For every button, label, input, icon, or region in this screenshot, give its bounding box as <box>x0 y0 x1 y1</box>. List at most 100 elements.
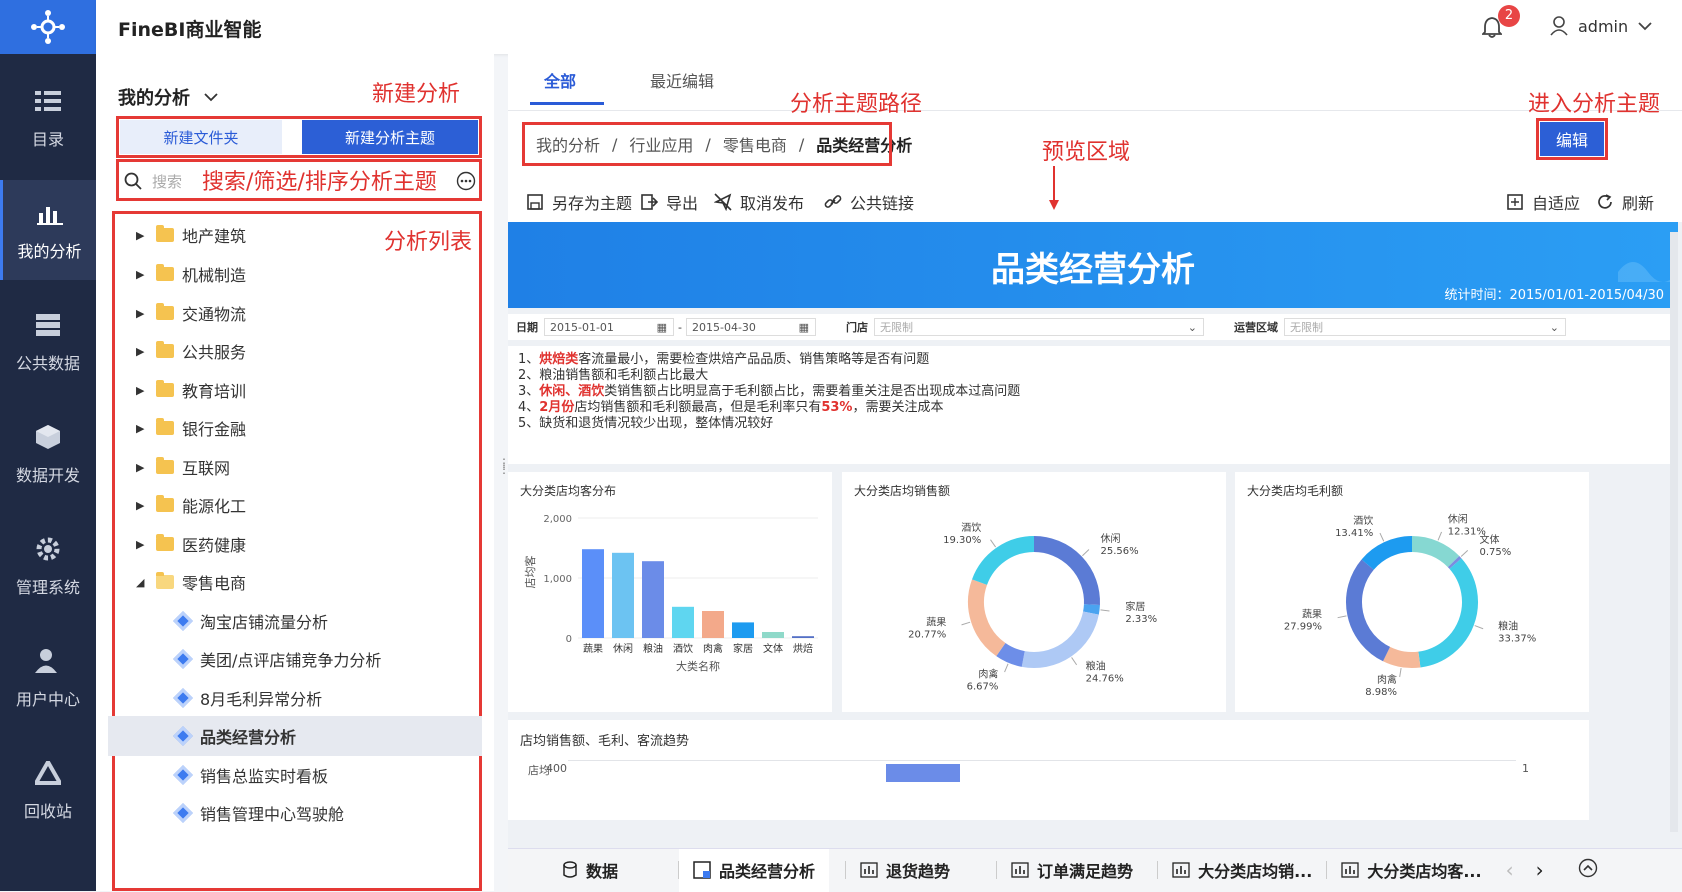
nav-item-recycle[interactable]: 回收站 <box>0 740 96 840</box>
refresh-button[interactable]: 刷新 <box>1596 182 1654 222</box>
slice-name-label: 休闲 <box>1101 532 1121 545</box>
folder-row[interactable]: ▶ 医药健康 <box>136 524 476 564</box>
region-select[interactable]: 无限制 ⌄ <box>1283 318 1566 336</box>
nav-item-data-dev[interactable]: 数据开发 <box>0 404 96 504</box>
tab-label: 大分类店均客... <box>1367 862 1482 881</box>
slice-value-label: 24.76% <box>1086 674 1124 685</box>
slice-name-label: 肉禽 <box>1377 673 1397 686</box>
folder-label: 零售电商 <box>182 574 247 593</box>
sheet-tab[interactable]: 订单满足趋势 <box>997 849 1147 892</box>
nav-item-catalog[interactable]: 目录 <box>0 68 96 168</box>
folder-row[interactable]: ▶ 地产建筑 <box>136 215 476 255</box>
chart-icon <box>860 862 878 878</box>
analysis-item[interactable]: 8月毛利异常分析 <box>173 678 496 718</box>
bar-文体 <box>762 632 784 638</box>
x-tick-label: 蔬果 <box>583 643 603 655</box>
analysis-label: 8月毛利异常分析 <box>200 690 323 709</box>
export-button[interactable]: 导出 <box>640 182 698 222</box>
leader-line <box>1474 625 1484 630</box>
store-select[interactable]: 无限制 ⌄ <box>873 318 1204 336</box>
folder-row[interactable]: ▶ 机械制造 <box>136 254 476 294</box>
analysis-item[interactable]: 美团/点评店铺竞争力分析 <box>173 639 496 679</box>
date-from-input[interactable]: 2015-01-01 ▦ <box>544 318 674 336</box>
slice-name-label: 粮油 <box>1498 620 1518 633</box>
nav-item-public-data[interactable]: 公共数据 <box>0 292 96 392</box>
sheet-tab-active[interactable]: 品类经营分析 <box>679 848 830 892</box>
analysis-item[interactable]: 销售总监实时看板 <box>173 755 496 795</box>
folder-row[interactable]: ▶ 互联网 <box>136 447 476 487</box>
leader-line <box>1379 532 1385 542</box>
date-label: 日期 <box>516 321 538 334</box>
unpublish-icon <box>714 193 732 211</box>
analysis-item-selected[interactable]: 品类经营分析 <box>108 716 482 756</box>
sheet-tab[interactable]: 大分类店均客... <box>1327 849 1495 892</box>
folder-row[interactable]: ▶ 教育培训 <box>136 370 476 410</box>
left-nav: 目录 我的分析 公共数据 数据开发 管理系统 用户中心 回收站 <box>0 0 96 891</box>
tool-label: 刷新 <box>1622 194 1655 213</box>
slice-肉禽 <box>996 642 1026 667</box>
export-icon <box>641 194 658 210</box>
folder-row[interactable]: ▶ 交通物流 <box>136 293 476 333</box>
folder-row[interactable]: ▶ 银行金融 <box>136 408 476 448</box>
sheet-tabs-bar: 数据 品类经营分析 退货趋势 订单满足趋势 大分类店均销... 大分类店均客..… <box>508 848 1682 892</box>
folder-label: 交通物流 <box>182 305 247 324</box>
date-to-input[interactable]: 2015-04-30 ▦ <box>685 318 816 336</box>
public-link-button[interactable]: 公共链接 <box>824 182 914 222</box>
notification-badge: 2 <box>1498 5 1520 27</box>
tab-label: 订单满足趋势 <box>1037 862 1134 881</box>
x-tick-label: 粮油 <box>643 642 663 655</box>
finebi-logo[interactable] <box>0 0 96 54</box>
chart-icon <box>35 198 65 228</box>
sheet-tab[interactable]: 退货趋势 <box>846 849 964 892</box>
unpublish-button[interactable]: 取消发布 <box>714 182 804 222</box>
expand-icon: ▶ <box>136 460 145 474</box>
folder-icon <box>156 534 174 551</box>
sheet-tab[interactable]: 大分类店均销... <box>1158 849 1326 892</box>
tab-label: 品类经营分析 <box>719 862 816 881</box>
nav-item-user-center[interactable]: 用户中心 <box>0 628 96 728</box>
nav-item-my-analysis[interactable]: 我的分析 <box>0 180 96 280</box>
chevron-down-icon: ⌄ <box>1187 320 1197 334</box>
folder-icon <box>156 303 174 320</box>
folder-icon <box>156 380 174 397</box>
analysis-theme-icon <box>173 726 193 746</box>
slice-蔬果 <box>968 579 1006 657</box>
nav-item-admin[interactable]: 管理系统 <box>0 516 96 616</box>
prev-tab-icon[interactable]: ‹ <box>1506 858 1514 882</box>
analysis-item[interactable]: 淘宝店铺流量分析 <box>173 601 496 641</box>
folder-row[interactable]: ▶ 能源化工 <box>136 485 476 525</box>
bar-chart-panel: 大分类店均客分布 2,000 1,000 0 店均客 蔬果 休闲 粮油 酒饮 肉禽 家居 文体 烘焙大… <box>508 472 832 712</box>
expand-icon: ▶ <box>136 537 145 551</box>
profit-donut-chart: 休闲12.31%文体0.75%粮油33.37%肉禽8.98%蔬果27.99%酒饮… <box>1284 513 1536 698</box>
folder-row-expanded[interactable]: ◢ 零售电商 <box>136 562 476 602</box>
y-tick-label: 1,000 <box>543 574 572 585</box>
user-menu[interactable]: admin <box>1550 16 1652 36</box>
auto-fit-button[interactable]: 自适应 <box>1506 182 1580 222</box>
preview-scrollbar[interactable] <box>1670 232 1678 832</box>
note-line: 3、休闲、酒饮类销售额占比明显高于毛利额占比，需要着重关注是否出现成本过高问题 <box>518 384 1021 399</box>
tab-recent[interactable]: 最近编辑 <box>650 68 714 92</box>
database-icon <box>563 861 577 878</box>
folder-icon <box>156 341 174 358</box>
collapse-up-icon[interactable] <box>1578 858 1598 882</box>
stat-time: 统计时间：2015/01/01-2015/04/30 <box>1444 288 1664 303</box>
my-analysis-dropdown[interactable]: 我的分析 <box>118 84 218 110</box>
analysis-item[interactable]: 销售管理中心驾驶舱 <box>173 793 496 833</box>
bar-chart: 2,000 1,000 0 店均客蔬果 休闲 粮油 酒饮 肉禽 家居 文体 烘焙大类名称 <box>523 514 818 673</box>
slice-name-label: 蔬果 <box>1302 608 1322 620</box>
x-tick-label: 肉禽 <box>703 642 723 655</box>
x-tick-label: 烘焙 <box>793 642 813 655</box>
gear-icon <box>33 534 63 564</box>
store-value: 无限制 <box>879 321 913 334</box>
data-tab[interactable]: 数据 <box>548 849 632 892</box>
folder-row[interactable]: ▶ 公共服务 <box>136 331 476 371</box>
bar-蔬果 <box>582 549 604 638</box>
my-analysis-title: 我的分析 <box>118 88 190 109</box>
database-icon <box>33 310 63 340</box>
slice-酒饮 <box>1361 536 1413 571</box>
next-tab-icon[interactable]: › <box>1536 858 1544 882</box>
save-as-theme-button[interactable]: 另存为主题 <box>526 182 632 222</box>
tab-all[interactable]: 全部 <box>544 68 576 92</box>
resize-handle[interactable]: ⋮ ⋮ <box>498 457 510 484</box>
slice-粮油 <box>1418 558 1478 668</box>
